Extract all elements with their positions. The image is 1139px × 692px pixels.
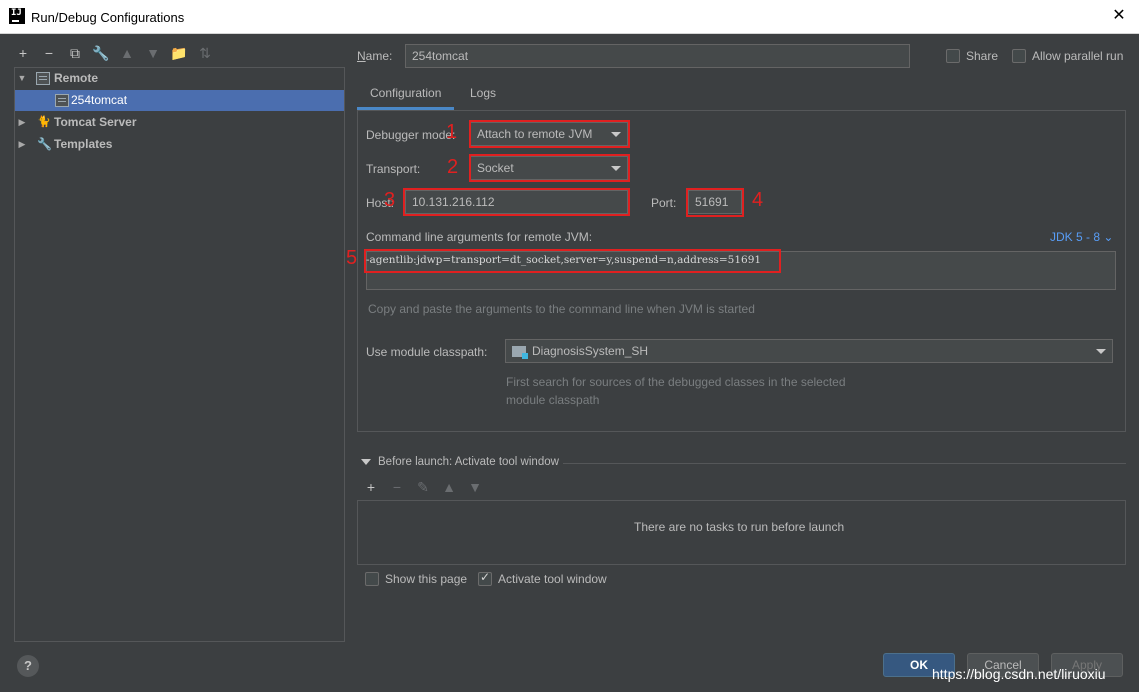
activate-tool-window-checkbox[interactable] [478, 570, 492, 586]
watermark-text: https://blog.csdn.net/liruoxiu [932, 666, 1106, 682]
annotation-number-3: 3 [384, 189, 396, 211]
config-tree: ▼ Remote 254tomcat ▶ 🐈 Tomcat Server ▶ 🔧… [14, 67, 345, 642]
tree-label-remote: Remote [54, 71, 99, 85]
show-this-page-checkbox[interactable] [365, 572, 379, 586]
name-input[interactable]: 254tomcat [405, 44, 910, 68]
before-launch-title: Before launch: Activate tool window [378, 456, 559, 468]
show-this-page-label: Show this page [385, 572, 468, 586]
remote-debug-icon [36, 72, 50, 85]
tree-label-254tomcat: 254tomcat [71, 93, 128, 107]
add-task-icon[interactable]: + [362, 478, 380, 496]
port-input[interactable]: 51691 [688, 190, 742, 214]
activate-tool-window-label: Activate tool window [498, 572, 607, 586]
name-label-rest: ame: [365, 49, 393, 63]
tree-item-tomcat-server[interactable]: ▶ 🐈 Tomcat Server [15, 112, 344, 133]
title-bar: IJ Run/Debug Configurations ✕ [0, 0, 1139, 34]
name-label: Name: [357, 49, 393, 63]
window-title: Run/Debug Configurations [31, 10, 185, 25]
task-list-empty-text: There are no tasks to run before launch [634, 520, 845, 534]
wrench-icon[interactable]: 🔧 [92, 44, 110, 62]
annotation-number-2: 2 [447, 156, 459, 178]
module-hint-line-1: First search for sources of the debugged… [506, 375, 846, 389]
share-checkbox[interactable] [946, 49, 960, 63]
move-down-icon[interactable]: ▼ [144, 44, 162, 62]
tomcat-icon: 🐈 [37, 116, 51, 128]
annotation-number-4: 4 [752, 189, 764, 211]
move-down-icon[interactable]: ▼ [466, 478, 484, 496]
tree-label-tomcat: Tomcat Server [54, 115, 137, 129]
intellij-app-icon: IJ [9, 8, 25, 24]
module-folder-icon [512, 346, 528, 359]
new-folder-icon[interactable]: 📁 [170, 44, 188, 62]
config-toolbar: + − ⧉ 🔧 ▲ ▼ 📁 ⇅ [14, 42, 214, 64]
cmd-args-label: Command line arguments for remote JVM: [366, 230, 593, 244]
collapse-arrow-icon[interactable]: ▶ [17, 112, 27, 133]
jdk-version-text: JDK 5 - 8 [1050, 230, 1101, 244]
dropdown-caret-icon [1096, 349, 1106, 354]
debugger-mode-value: Attach to remote JVM [477, 127, 593, 141]
cmd-args-value: -agentlib:jdwp=transport=dt_socket,serve… [366, 254, 762, 266]
remove-task-icon[interactable]: − [388, 478, 406, 496]
edit-task-icon[interactable]: ✎ [414, 478, 432, 496]
help-button[interactable]: ? [17, 655, 39, 677]
transport-select[interactable]: Socket [470, 156, 628, 180]
allow-parallel-label: Allow parallel run [1032, 49, 1124, 63]
module-classpath-value: DiagnosisSystem_SH [532, 344, 649, 358]
collapse-section-icon[interactable] [361, 459, 371, 465]
host-input[interactable]: 10.131.216.112 [405, 190, 628, 214]
module-hint-line-2: module classpath [506, 393, 600, 407]
wrench-icon: 🔧 [37, 137, 52, 151]
share-label: Share [966, 49, 999, 63]
tree-item-254tomcat[interactable]: 254tomcat [15, 90, 344, 111]
debugger-mode-select[interactable]: Attach to remote JVM [470, 122, 628, 146]
cmd-args-hint: Copy and paste the arguments to the comm… [368, 302, 755, 316]
expand-arrow-icon[interactable]: ▼ [17, 68, 27, 89]
debugger-mode-label: Debugger mode: [366, 128, 456, 142]
section-divider [563, 463, 1126, 464]
sort-icon[interactable]: ⇅ [196, 44, 214, 62]
tree-item-templates[interactable]: ▶ 🔧 Templates [15, 134, 344, 155]
task-toolbar: + − ✎ ▲ ▼ [362, 478, 484, 496]
dropdown-caret-icon [611, 132, 621, 137]
tree-item-remote[interactable]: ▼ Remote [15, 68, 344, 89]
remote-config-icon [55, 94, 69, 107]
move-up-icon[interactable]: ▲ [118, 44, 136, 62]
move-up-icon[interactable]: ▲ [440, 478, 458, 496]
dropdown-caret-icon [611, 166, 621, 171]
remove-icon[interactable]: − [40, 44, 58, 62]
collapse-arrow-icon[interactable]: ▶ [17, 134, 27, 155]
copy-icon[interactable]: ⧉ [66, 44, 84, 62]
tab-configuration[interactable]: Configuration [357, 80, 455, 110]
port-label: Port: [651, 196, 677, 210]
allow-parallel-checkbox[interactable] [1012, 49, 1026, 63]
tab-logs[interactable]: Logs [457, 80, 509, 110]
module-classpath-label: Use module classpath: [366, 345, 488, 359]
tree-label-templates: Templates [54, 137, 113, 151]
transport-value: Socket [477, 161, 514, 175]
jdk-version-link[interactable]: JDK 5 - 8 ⌄ [1050, 230, 1113, 244]
annotation-number-1: 1 [446, 121, 458, 143]
annotation-number-5: 5 [346, 247, 358, 269]
close-icon[interactable]: ✕ [1109, 6, 1129, 26]
transport-label: Transport: [366, 162, 421, 176]
add-icon[interactable]: + [14, 44, 32, 62]
module-classpath-select[interactable]: DiagnosisSystem_SH [505, 339, 1113, 363]
chevron-down-icon: ⌄ [1103, 230, 1114, 244]
